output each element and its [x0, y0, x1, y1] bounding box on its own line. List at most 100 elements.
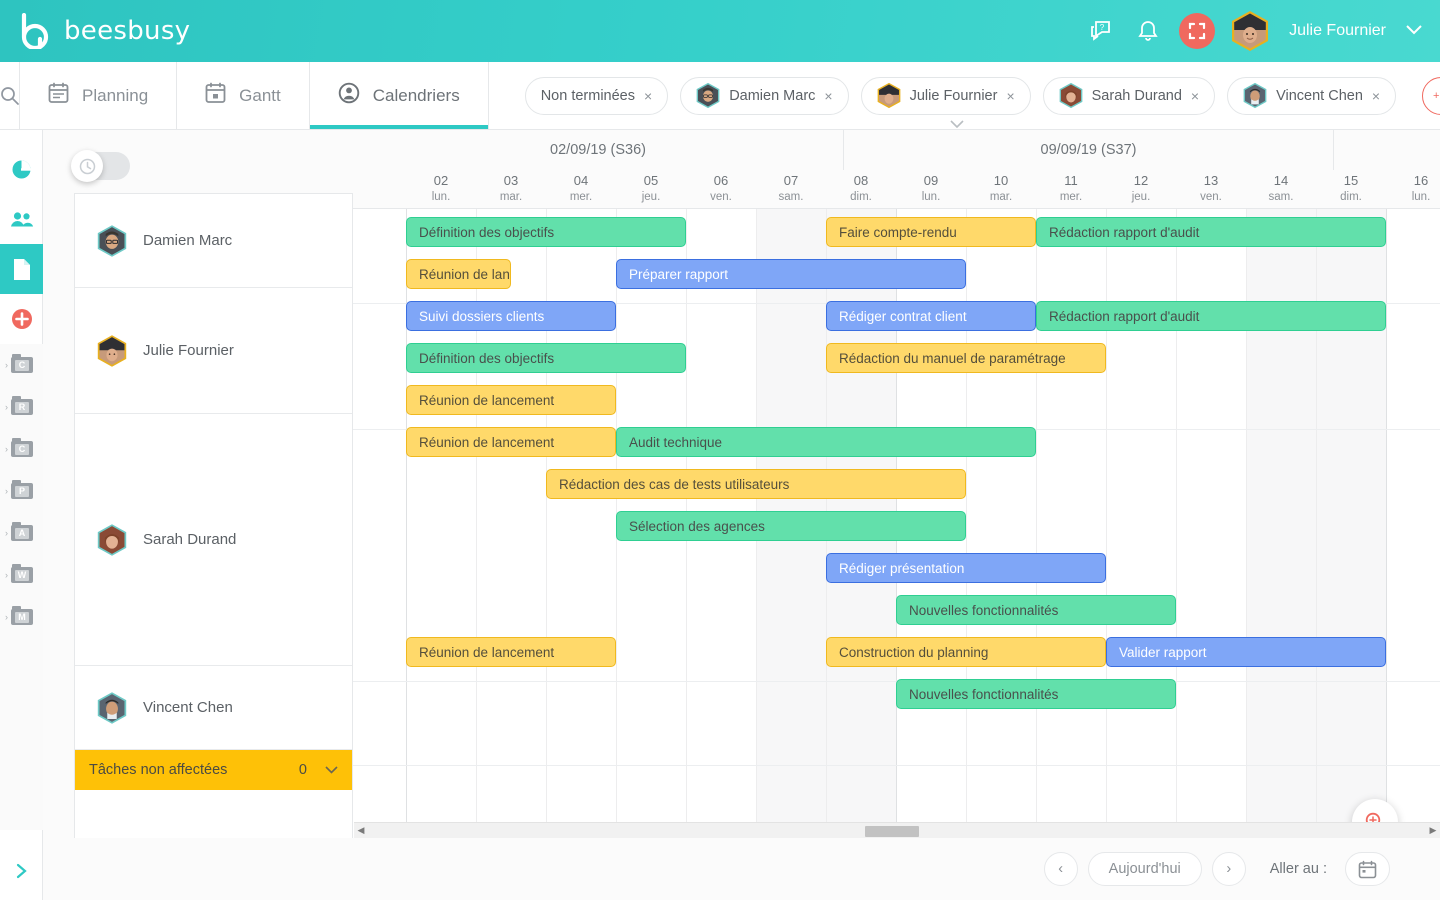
rail-folder-c1[interactable]: › C — [0, 344, 43, 386]
chevron-right-icon: › — [5, 570, 8, 580]
unassigned-tasks-row[interactable]: Tâches non affectées 0 — [75, 750, 352, 790]
filter-chip-julie-fournier[interactable]: Julie Fournier × — [860, 76, 1031, 115]
person-row-vincent-chen[interactable]: Vincent Chen — [75, 666, 352, 750]
task-bar[interactable]: Nouvelles fonctionnalités — [896, 595, 1176, 625]
day-weekday: lun. — [431, 190, 451, 203]
close-icon[interactable]: × — [1191, 88, 1199, 104]
person-row-sarah-durand[interactable]: Sarah Durand — [75, 414, 352, 666]
chevron-down-icon[interactable] — [325, 763, 338, 777]
rail-folder-r[interactable]: › R — [0, 386, 43, 428]
tab-planning[interactable]: Planning — [20, 62, 178, 129]
day-weekday: mer. — [1059, 190, 1083, 203]
unassigned-tasks-count: 0 — [298, 762, 307, 778]
work-hours-toggle[interactable] — [71, 150, 130, 182]
task-bar[interactable]: Réunion de lancement — [406, 385, 616, 415]
rail-folder-p[interactable]: › P — [0, 470, 43, 512]
task-bar[interactable]: Préparer rapport — [616, 259, 966, 289]
avatar[interactable] — [1231, 10, 1269, 52]
add-filter-icon[interactable]: + — [1422, 76, 1440, 115]
tab-calendriers-label: Calendriers — [372, 85, 460, 105]
day-weekday: mar. — [499, 190, 523, 203]
filter-chip-vincent-chen[interactable]: Vincent Chen × — [1227, 76, 1397, 115]
horizontal-scrollbar[interactable]: ◀ ▶ — [354, 822, 1440, 838]
dashboard-pie-icon[interactable] — [0, 144, 43, 194]
people-sidebar: Damien Marc Julie Fournier Sarah Durand … — [74, 193, 353, 900]
add-project-icon[interactable] — [0, 294, 43, 344]
task-label: Construction du planning — [839, 644, 989, 660]
next-period-button[interactable]: › — [1211, 852, 1246, 886]
day-header-05: 05 jeu. — [616, 170, 686, 208]
day-number: 07 — [783, 173, 799, 188]
rail-folder-m[interactable]: › M — [0, 596, 43, 638]
expand-filters-chevron-icon[interactable] — [473, 118, 1440, 130]
task-bar[interactable]: Rédaction des cas de tests utilisateurs — [546, 469, 966, 499]
filter-chip-damien-marc[interactable]: Damien Marc × — [680, 76, 849, 115]
task-label: Réunion de lancement — [419, 266, 510, 282]
scrollbar-thumb[interactable] — [865, 825, 920, 837]
task-label: Réunion de lancement — [419, 434, 555, 450]
avatar — [877, 82, 901, 109]
day-number: 14 — [1273, 173, 1289, 188]
day-header-03: 03 mar. — [476, 170, 546, 208]
task-bar[interactable]: Sélection des agences — [616, 511, 966, 541]
app-logo[interactable]: beesbusy — [20, 12, 190, 51]
avatar — [696, 82, 720, 109]
calendar-main-area: Damien Marc Julie Fournier Sarah Durand … — [43, 130, 1440, 900]
search-icon[interactable] — [0, 62, 20, 129]
task-bar[interactable]: Rédiger présentation — [826, 553, 1106, 583]
rail-expand-chevron-icon[interactable] — [0, 856, 43, 886]
filter-chip-sarah-durand[interactable]: Sarah Durand × — [1042, 76, 1216, 115]
person-row-julie-fournier[interactable]: Julie Fournier — [75, 288, 352, 414]
task-bar[interactable]: Rédiger contrat client — [826, 301, 1036, 331]
close-icon[interactable]: × — [644, 88, 652, 104]
task-bar[interactable]: Nouvelles fonctionnalités — [896, 679, 1176, 709]
day-header-02: 02 lun. — [406, 170, 476, 208]
calendar-icon[interactable] — [1345, 852, 1390, 886]
task-bar[interactable]: Rédaction rapport d'audit — [1036, 301, 1386, 331]
svg-text:+: + — [1433, 90, 1439, 102]
tab-calendriers[interactable]: Calendriers — [309, 62, 489, 129]
beesbusy-logo-icon — [20, 12, 54, 51]
avatar — [97, 334, 127, 368]
task-bar[interactable]: Définition des objectifs — [406, 343, 686, 373]
task-label: Rédaction des cas de tests utilisateurs — [559, 476, 790, 492]
previous-period-button[interactable]: ‹ — [1043, 852, 1078, 886]
close-icon[interactable]: × — [824, 88, 832, 104]
filter-chip-non-terminees[interactable]: Non terminées × — [524, 76, 669, 115]
today-button[interactable]: Aujourd'hui — [1087, 852, 1202, 886]
task-bar[interactable]: Définition des objectifs — [406, 217, 686, 247]
task-label: Rédiger contrat client — [839, 308, 967, 324]
team-people-icon[interactable] — [0, 194, 43, 244]
scroll-right-arrow-icon[interactable]: ▶ — [1426, 825, 1440, 836]
task-bar[interactable]: Réunion de lancement — [406, 427, 616, 457]
task-bar[interactable]: Réunion de lancement — [406, 259, 511, 289]
chevron-down-icon[interactable] — [1406, 22, 1422, 40]
task-bar[interactable]: Rédaction du manuel de paramétrage — [826, 343, 1106, 373]
tab-gantt[interactable]: Gantt — [177, 62, 310, 129]
week-gridline — [1386, 209, 1387, 868]
chat-help-icon[interactable]: ? — [1087, 16, 1117, 46]
scroll-left-arrow-icon[interactable]: ◀ — [354, 825, 368, 836]
task-bar[interactable]: Rédaction rapport d'audit — [1036, 217, 1386, 247]
task-bar[interactable]: Suivi dossiers clients — [406, 301, 616, 331]
day-header-row: 02 lun. 03 mar. 04 mer. 05 jeu. 06 ven. 07 sam. 08 di… — [353, 170, 1440, 208]
task-bar[interactable]: Audit technique — [616, 427, 1036, 457]
rail-folder-w[interactable]: › W — [0, 554, 43, 596]
header-user-name: Julie Fournier — [1289, 22, 1386, 39]
task-label: Audit technique — [629, 434, 723, 450]
bell-icon[interactable] — [1133, 16, 1163, 46]
task-bar[interactable]: Réunion de lancement — [406, 637, 616, 667]
task-bar[interactable]: Valider rapport — [1106, 637, 1386, 667]
close-icon[interactable]: × — [1006, 88, 1014, 104]
fullscreen-icon[interactable] — [1179, 13, 1216, 49]
task-label: Sélection des agences — [629, 518, 765, 534]
rail-folder-a[interactable]: › A — [0, 512, 43, 554]
gantt-grid: Définition des objectifs Faire compte-ren… — [353, 208, 1440, 868]
rail-folder-c2[interactable]: › C — [0, 428, 43, 470]
task-bar[interactable]: Construction du planning — [826, 637, 1106, 667]
person-row-damien-marc[interactable]: Damien Marc — [75, 194, 352, 288]
document-icon[interactable] — [0, 244, 43, 294]
close-icon[interactable]: × — [1372, 88, 1380, 104]
task-bar[interactable]: Faire compte-rendu — [826, 217, 1036, 247]
scrollbar-track[interactable] — [368, 823, 1426, 839]
